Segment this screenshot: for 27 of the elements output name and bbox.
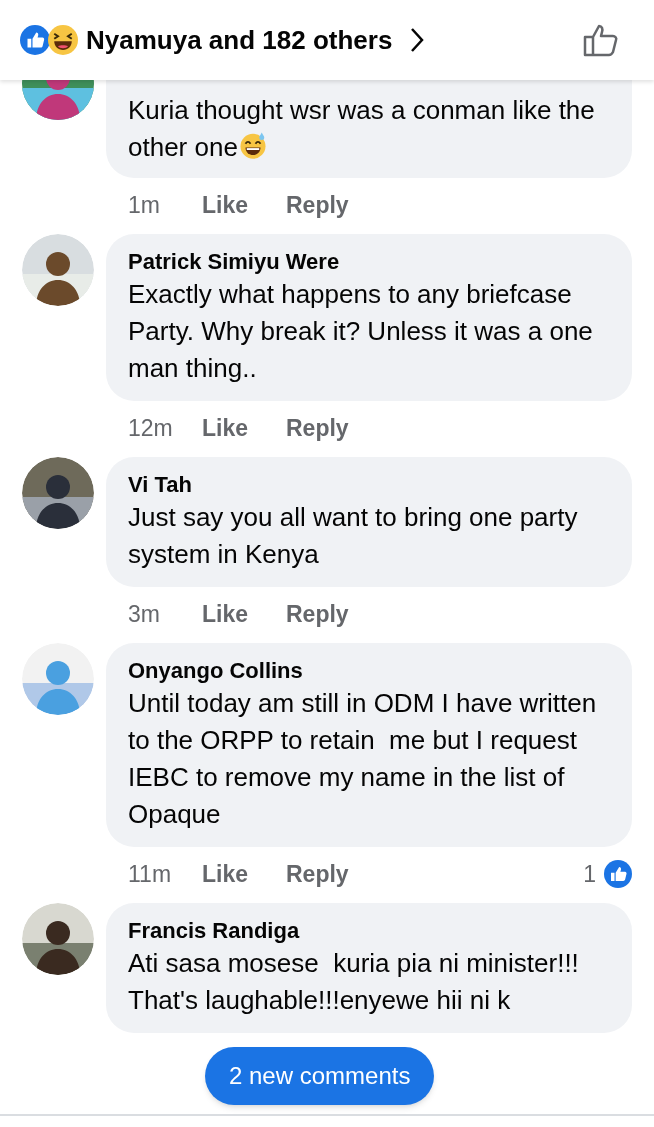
comment-time: 3m: [128, 599, 161, 629]
like-link[interactable]: Like: [202, 856, 286, 892]
comment-time: 11m: [128, 859, 173, 889]
reply-link[interactable]: Reply: [286, 596, 349, 632]
comment-text: Kuria thought wsr was a conman like the other one: [128, 94, 596, 164]
like-icon: [20, 25, 50, 55]
comment-author[interactable]: Vi Tah: [128, 471, 604, 499]
comment-author[interactable]: Onyango Collins: [128, 657, 604, 685]
reply-link[interactable]: Reply: [286, 410, 349, 446]
like-icon: [604, 860, 632, 888]
reaction-count: 1: [583, 859, 596, 889]
comment-author[interactable]: Patrick Simiyu Were: [128, 248, 604, 276]
reply-link[interactable]: Reply: [286, 187, 349, 223]
comment-text: Just say you all want to bring one party system in Kenya: [128, 501, 579, 571]
reactions-summary[interactable]: Nyamuya and 182 others: [86, 20, 393, 60]
like-link[interactable]: Like: [202, 410, 286, 446]
like-link[interactable]: Like: [202, 596, 286, 632]
new-comments-button[interactable]: 2 new comments: [205, 1047, 435, 1105]
comment-text: Exactly what happens to any briefcase Party. Why break it? Unless it was a one man thing..: [128, 278, 594, 385]
reply-link[interactable]: Reply: [286, 856, 349, 892]
comment-text: Until today am still in ODM I have written to the ORPP to retain me but I request IEBC to remove my name in the list of Opaque: [128, 687, 598, 831]
comment-time: 1m: [128, 190, 161, 220]
like-link[interactable]: Like: [202, 187, 286, 223]
comment-text: Ati sasa mosese kuria pia ni minister!!! That's laughable!!!enyewe hii ni k: [128, 947, 580, 1017]
comment-author[interactable]: Francis Randiga: [128, 917, 604, 945]
comment-time: 12m: [128, 413, 174, 443]
laughing-face-icon: [48, 25, 78, 55]
